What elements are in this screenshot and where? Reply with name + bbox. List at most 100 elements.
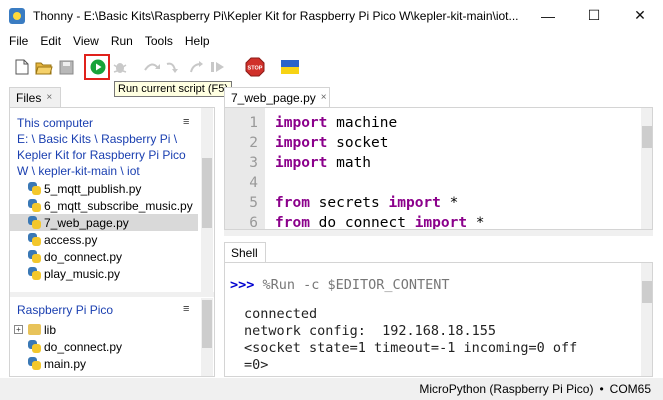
scroll-thumb[interactable] xyxy=(642,281,652,303)
run-button-highlight xyxy=(84,54,110,80)
interpreter-selector[interactable]: MicroPython (Raspberry Pi Pico) xyxy=(419,382,593,396)
thonny-logo-icon xyxy=(9,7,25,24)
file-name: 6_mqtt_subscribe_music.py xyxy=(44,198,193,213)
files-tab-label: Files xyxy=(16,90,42,105)
file-name: play_music.py xyxy=(44,266,121,281)
list-item[interactable]: main.py xyxy=(10,355,198,372)
python-file-icon xyxy=(28,182,41,195)
python-file-icon xyxy=(28,340,41,353)
code-line: 4 xyxy=(249,175,258,191)
python-file-icon xyxy=(28,250,41,263)
menu-view[interactable]: View xyxy=(67,34,105,48)
code-line: 5 from secrets import * xyxy=(249,195,459,211)
svg-text:STOP: STOP xyxy=(248,66,263,72)
code-line: 3 import math xyxy=(249,155,372,171)
tab-editor-file[interactable]: 7_web_page.py × xyxy=(224,87,330,107)
debug-icon[interactable] xyxy=(110,57,130,77)
close-icon[interactable]: × xyxy=(321,92,327,103)
breadcrumb: E: \ Basic Kits \ Raspberry Pi \ Kepler … xyxy=(17,132,186,178)
status-separator: • xyxy=(599,382,604,396)
ukraine-flag-icon[interactable] xyxy=(280,57,300,77)
maximize-button[interactable]: ☐ xyxy=(571,0,617,31)
list-item[interactable]: 7_web_page.py xyxy=(10,214,198,231)
step-over-icon[interactable] xyxy=(142,57,162,77)
computer-scrollbar[interactable] xyxy=(201,108,213,292)
shell-output-line: <socket state=1 timeout=-1 incoming=0 of… xyxy=(244,340,578,356)
file-name: do_connect.py xyxy=(44,249,123,264)
expand-icon[interactable]: + xyxy=(14,325,23,334)
menu-bar: File Edit View Run Tools Help xyxy=(0,31,663,51)
save-icon[interactable] xyxy=(56,57,76,77)
device-file-list: + lib do_connect.py main.py xyxy=(10,321,198,372)
code-line: 2 import socket xyxy=(249,135,389,151)
step-into-icon[interactable] xyxy=(164,57,184,77)
files-panel: This computer E: \ Basic Kits \ Raspberr… xyxy=(9,107,215,377)
python-file-icon xyxy=(28,357,41,370)
file-name: 7_web_page.py xyxy=(44,215,129,230)
python-file-icon xyxy=(28,216,41,229)
python-file-icon xyxy=(28,267,41,280)
menu-tools[interactable]: Tools xyxy=(139,34,179,48)
run-tooltip: Run current script (F5) xyxy=(114,81,233,97)
shell-console[interactable]: >>> %Run -c $EDITOR_CONTENT connected ne… xyxy=(224,262,653,377)
scroll-thumb[interactable] xyxy=(202,158,212,228)
close-button[interactable]: ✕ xyxy=(617,0,663,31)
step-out-icon[interactable] xyxy=(186,57,206,77)
list-item[interactable]: 6_mqtt_subscribe_music.py xyxy=(10,197,198,214)
code-line: 6 from do_connect import * xyxy=(249,215,485,230)
shell-command-line: >>> %Run -c $EDITOR_CONTENT xyxy=(230,277,450,293)
device-menu-icon[interactable]: ≡ xyxy=(183,303,189,315)
tab-files[interactable]: Files × xyxy=(9,87,61,107)
file-name: 5_mqtt_publish.py xyxy=(44,181,142,196)
shell-scrollbar[interactable] xyxy=(641,263,652,376)
open-folder-icon[interactable] xyxy=(34,57,54,77)
breadcrumb-item[interactable]: iot xyxy=(127,164,140,178)
pane-divider[interactable] xyxy=(10,292,214,297)
shell-output-line: network config: 192.168.18.155 xyxy=(244,323,496,339)
python-file-icon xyxy=(28,199,41,212)
list-item[interactable]: play_music.py xyxy=(10,265,198,282)
breadcrumb-item[interactable]: kepler-kit-main xyxy=(38,164,117,178)
menu-help[interactable]: Help xyxy=(179,34,216,48)
scroll-thumb[interactable] xyxy=(202,300,212,348)
menu-edit[interactable]: Edit xyxy=(34,34,67,48)
computer-menu-icon[interactable]: ≡ xyxy=(183,116,189,128)
stop-icon[interactable]: STOP xyxy=(244,57,266,77)
file-name: lib xyxy=(44,322,57,337)
list-item[interactable]: do_connect.py xyxy=(10,338,198,355)
file-name: access.py xyxy=(44,232,98,247)
this-computer-title: This computer xyxy=(17,116,94,130)
device-scrollbar[interactable] xyxy=(201,298,213,376)
port-label[interactable]: COM65 xyxy=(610,382,651,396)
folder-icon xyxy=(28,324,41,335)
tab-shell[interactable]: Shell xyxy=(224,242,266,262)
scroll-thumb[interactable] xyxy=(642,126,652,148)
list-item[interactable]: do_connect.py xyxy=(10,248,198,265)
window-title: Thonny - E:\Basic Kits\Raspberry Pi\Kepl… xyxy=(33,8,519,23)
breadcrumb-item[interactable]: Basic Kits xyxy=(38,132,91,146)
new-file-icon[interactable] xyxy=(12,57,32,77)
menu-file[interactable]: File xyxy=(0,34,34,48)
shell-tab-label: Shell xyxy=(231,245,258,260)
python-file-icon xyxy=(28,233,41,246)
file-name: do_connect.py xyxy=(44,339,123,354)
file-name: main.py xyxy=(44,356,87,371)
resume-icon[interactable] xyxy=(208,57,228,77)
shell-output-line: connected xyxy=(244,306,318,322)
this-computer-header: This computer E: \ Basic Kits \ Raspberr… xyxy=(17,115,197,179)
editor-shell-splitter[interactable] xyxy=(224,230,653,236)
breadcrumb-item[interactable]: Raspberry Pi xyxy=(101,132,170,146)
editor-tab-label: 7_web_page.py xyxy=(231,90,316,105)
code-editor[interactable]: 1 import machine 2 import socket 3 import m… xyxy=(224,107,653,230)
minimize-button[interactable]: — xyxy=(525,0,571,31)
status-bar: MicroPython (Raspberry Pi Pico) • COM65 xyxy=(0,378,663,400)
list-item[interactable]: access.py xyxy=(10,231,198,248)
menu-run[interactable]: Run xyxy=(105,34,139,48)
computer-file-list: 5_mqtt_publish.py 6_mqtt_subscribe_music… xyxy=(10,180,198,282)
breadcrumb-item[interactable]: E: xyxy=(17,132,28,146)
editor-scrollbar[interactable] xyxy=(641,108,652,229)
list-item[interactable]: 5_mqtt_publish.py xyxy=(10,180,198,197)
close-icon[interactable]: × xyxy=(46,92,52,103)
list-item[interactable]: + lib xyxy=(10,321,198,338)
shell-output-line: =0> xyxy=(244,357,269,373)
